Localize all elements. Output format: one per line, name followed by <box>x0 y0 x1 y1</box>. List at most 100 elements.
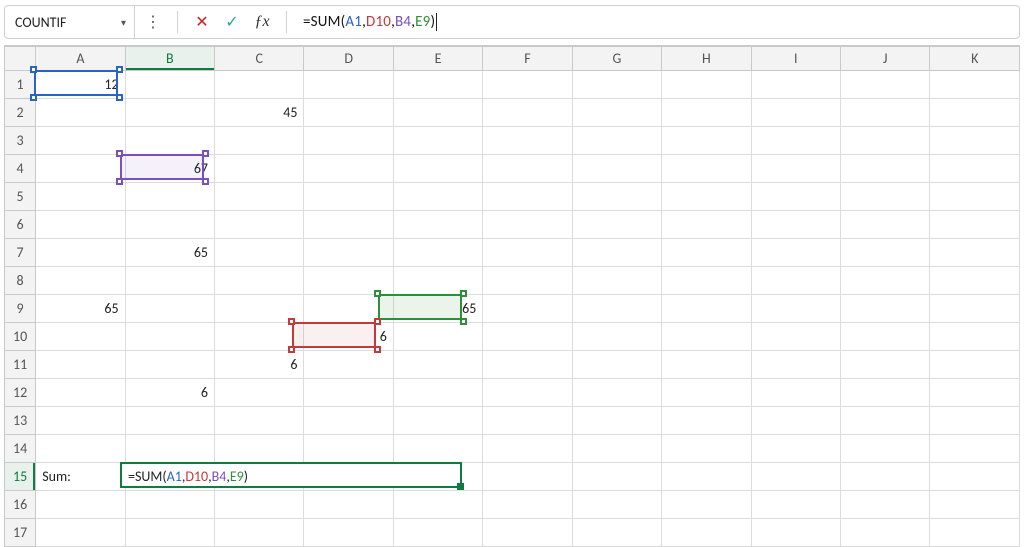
cell-F8[interactable] <box>483 267 572 295</box>
cell-K1[interactable] <box>930 71 1020 99</box>
cell-E3[interactable] <box>393 127 482 155</box>
cell-I12[interactable] <box>751 379 840 407</box>
cell-B14[interactable] <box>125 435 214 463</box>
cell-C11[interactable]: 6 <box>215 351 304 379</box>
cell-G12[interactable] <box>572 379 661 407</box>
cell-H17[interactable] <box>662 519 751 547</box>
cell-E2[interactable] <box>393 99 482 127</box>
cell-K2[interactable] <box>930 99 1020 127</box>
cell-K12[interactable] <box>930 379 1020 407</box>
cell-B16[interactable] <box>125 491 214 519</box>
cell-J12[interactable] <box>840 379 929 407</box>
cell-H2[interactable] <box>662 99 751 127</box>
cell-C6[interactable] <box>215 211 304 239</box>
cell-H3[interactable] <box>662 127 751 155</box>
cell-J15[interactable] <box>840 463 929 491</box>
cell-A16[interactable] <box>36 491 125 519</box>
cell-D10[interactable]: 6 <box>304 323 393 351</box>
cell-A12[interactable] <box>36 379 125 407</box>
cell-A17[interactable] <box>36 519 125 547</box>
cell-H5[interactable] <box>662 183 751 211</box>
cell-D7[interactable] <box>304 239 393 267</box>
cell-J14[interactable] <box>840 435 929 463</box>
cell-A4[interactable] <box>36 155 125 183</box>
cell-J2[interactable] <box>840 99 929 127</box>
cell-G1[interactable] <box>572 71 661 99</box>
cell-G15[interactable] <box>572 463 661 491</box>
cell-E1[interactable] <box>393 71 482 99</box>
col-header-C[interactable]: C <box>215 47 304 71</box>
cell-D3[interactable] <box>304 127 393 155</box>
cell-G2[interactable] <box>572 99 661 127</box>
cell-K8[interactable] <box>930 267 1020 295</box>
cell-H9[interactable] <box>662 295 751 323</box>
cell-E10[interactable] <box>393 323 482 351</box>
cell-F11[interactable] <box>483 351 572 379</box>
cell-J7[interactable] <box>840 239 929 267</box>
cell-K5[interactable] <box>930 183 1020 211</box>
row-header-6[interactable]: 6 <box>5 211 36 239</box>
cell-H1[interactable] <box>662 71 751 99</box>
cell-D2[interactable] <box>304 99 393 127</box>
cell-F14[interactable] <box>483 435 572 463</box>
col-header-E[interactable]: E <box>393 47 482 71</box>
cell-A5[interactable] <box>36 183 125 211</box>
cell-F2[interactable] <box>483 99 572 127</box>
cell-G17[interactable] <box>572 519 661 547</box>
cell-C12[interactable] <box>215 379 304 407</box>
cell-E8[interactable] <box>393 267 482 295</box>
cell-F3[interactable] <box>483 127 572 155</box>
cell-A14[interactable] <box>36 435 125 463</box>
cell-J10[interactable] <box>840 323 929 351</box>
cell-E14[interactable] <box>393 435 482 463</box>
row-header-15[interactable]: 15 <box>5 463 36 491</box>
cell-F5[interactable] <box>483 183 572 211</box>
cell-I5[interactable] <box>751 183 840 211</box>
cell-A13[interactable] <box>36 407 125 435</box>
cell-J4[interactable] <box>840 155 929 183</box>
cancel-icon[interactable]: ✕ <box>190 10 214 34</box>
row-header-11[interactable]: 11 <box>5 351 36 379</box>
cell-F15[interactable] <box>483 463 572 491</box>
cell-I16[interactable] <box>751 491 840 519</box>
cell-H4[interactable] <box>662 155 751 183</box>
cell-K15[interactable] <box>930 463 1020 491</box>
row-header-1[interactable]: 1 <box>5 71 36 99</box>
cell-B6[interactable] <box>125 211 214 239</box>
dots-icon[interactable]: ⋮ <box>141 10 165 34</box>
cell-C1[interactable] <box>215 71 304 99</box>
col-header-K[interactable]: K <box>930 47 1020 71</box>
row-header-5[interactable]: 5 <box>5 183 36 211</box>
cell-C14[interactable] <box>215 435 304 463</box>
cell-G11[interactable] <box>572 351 661 379</box>
cell-A1[interactable]: 12 <box>36 71 125 99</box>
cell-D1[interactable] <box>304 71 393 99</box>
cell-D11[interactable] <box>304 351 393 379</box>
cell-C10[interactable] <box>215 323 304 351</box>
chevron-down-icon[interactable]: ▾ <box>121 16 126 29</box>
cell-C3[interactable] <box>215 127 304 155</box>
cell-I6[interactable] <box>751 211 840 239</box>
cell-C15[interactable] <box>215 463 304 491</box>
cell-E7[interactable] <box>393 239 482 267</box>
cell-K3[interactable] <box>930 127 1020 155</box>
cell-K16[interactable] <box>930 491 1020 519</box>
formula-input[interactable]: =SUM( A1 , D10 , B4 , E9 ) <box>293 6 1019 38</box>
cell-C17[interactable] <box>215 519 304 547</box>
cell-B10[interactable] <box>125 323 214 351</box>
cell-A10[interactable] <box>36 323 125 351</box>
col-header-B[interactable]: B <box>125 47 214 71</box>
cell-G5[interactable] <box>572 183 661 211</box>
cell-I3[interactable] <box>751 127 840 155</box>
row-header-3[interactable]: 3 <box>5 127 36 155</box>
cell-B12[interactable]: 6 <box>125 379 214 407</box>
row-header-16[interactable]: 16 <box>5 491 36 519</box>
cell-J6[interactable] <box>840 211 929 239</box>
cell-E16[interactable] <box>393 491 482 519</box>
cell-I13[interactable] <box>751 407 840 435</box>
cell-J3[interactable] <box>840 127 929 155</box>
cell-G7[interactable] <box>572 239 661 267</box>
cell-B3[interactable] <box>125 127 214 155</box>
row-header-10[interactable]: 10 <box>5 323 36 351</box>
cell-I10[interactable] <box>751 323 840 351</box>
